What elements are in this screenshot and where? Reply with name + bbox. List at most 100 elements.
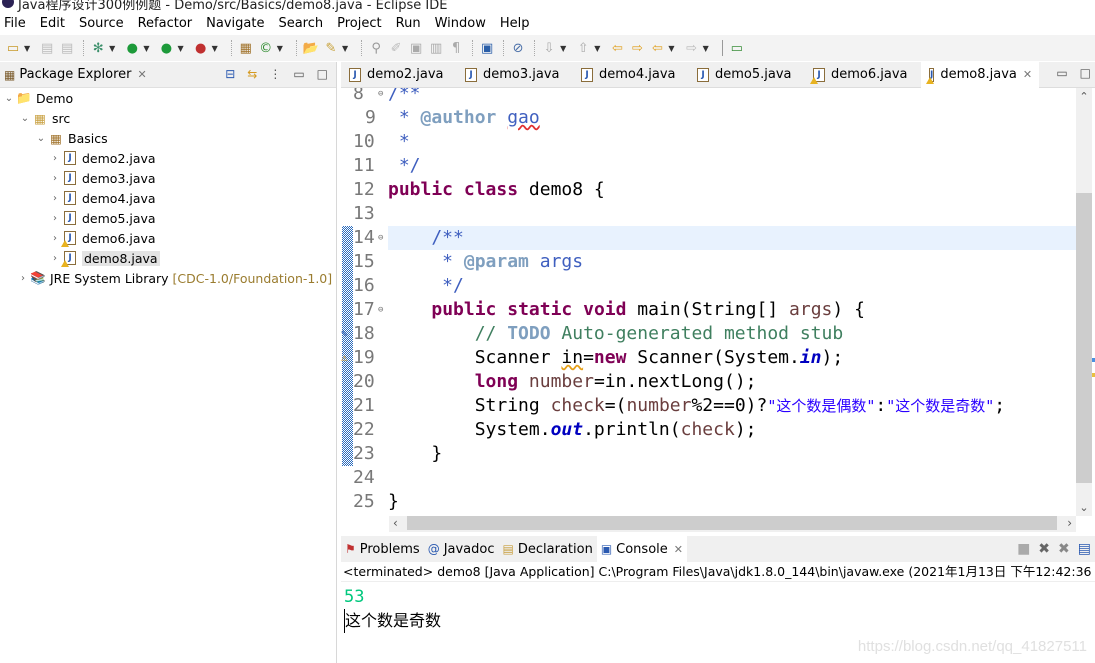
external-tools-dropdown[interactable]: ▼ — [212, 44, 218, 53]
open-perspective-icon[interactable]: ▭ — [728, 39, 746, 57]
run-dropdown[interactable]: ▼ — [143, 44, 149, 53]
chevron-right-icon[interactable]: › — [48, 153, 62, 164]
view-menu-icon[interactable]: ⋮ — [269, 67, 281, 81]
remove-launch-icon[interactable]: ✖ — [1038, 541, 1050, 557]
scrollbar-thumb[interactable] — [407, 516, 1057, 530]
scroll-down-icon[interactable]: ⌄ — [1076, 501, 1092, 514]
warning-marker-icon[interactable]: ⚠ — [341, 346, 348, 370]
chevron-down-icon[interactable]: ⌄ — [34, 133, 48, 144]
chevron-right-icon[interactable]: › — [48, 253, 62, 264]
chevron-right-icon[interactable]: › — [48, 173, 62, 184]
menu-run[interactable]: Run — [396, 16, 421, 31]
terminate-icon[interactable]: ■ — [1017, 541, 1030, 557]
forward-icon[interactable]: ⇨ — [683, 39, 701, 57]
maximize-icon[interactable]: □ — [1080, 66, 1091, 80]
minimize-icon[interactable]: ▭ — [293, 67, 304, 81]
link-with-editor-icon[interactable]: ⇆ — [247, 67, 257, 81]
open-type-icon[interactable]: 📂 — [302, 39, 320, 57]
chevron-right-icon[interactable]: › — [48, 233, 62, 244]
menu-edit[interactable]: Edit — [40, 16, 65, 31]
previous-annotation-icon[interactable]: ⇧ — [574, 39, 592, 57]
vertical-scrollbar[interactable]: ⌃ ⌄ — [1076, 88, 1092, 516]
editor-tab[interactable]: Jdemo6.java — [805, 62, 921, 88]
tab-problems[interactable]: ⚑ Problems — [341, 536, 424, 562]
menu-help[interactable]: Help — [500, 16, 530, 31]
scroll-right-icon[interactable]: › — [1067, 516, 1072, 530]
run-coverage-icon[interactable]: ● — [157, 39, 175, 57]
new-java-package-icon[interactable]: ▦ — [237, 39, 255, 57]
menu-navigate[interactable]: Navigate — [206, 16, 264, 31]
menu-window[interactable]: Window — [435, 16, 486, 31]
new-dropdown[interactable]: ▼ — [24, 44, 30, 53]
console-options-icon[interactable]: ▤ — [1078, 541, 1091, 557]
tab-declaration[interactable]: ▤ Declaration — [499, 536, 597, 562]
coverage-dropdown[interactable]: ▼ — [177, 44, 183, 53]
maximize-icon[interactable]: □ — [317, 67, 328, 81]
menu-refactor[interactable]: Refactor — [138, 16, 193, 31]
run-icon[interactable]: ● — [123, 39, 141, 57]
editor-tab-active[interactable]: Jdemo8.java ✕ — [921, 61, 1039, 88]
previous-annotation-dropdown[interactable]: ▼ — [594, 44, 600, 53]
editor-tab[interactable]: Jdemo3.java — [457, 62, 573, 88]
scrollbar-thumb[interactable] — [1076, 193, 1092, 483]
fold-icon[interactable]: ⊖ — [378, 226, 383, 250]
close-icon[interactable]: ✕ — [138, 68, 147, 81]
code-editor[interactable]: 8 ⊖/** 9 * @author gao 10 * 11 */ 12 publi… — [341, 88, 1076, 516]
menu-file[interactable]: File — [4, 16, 26, 31]
tree-item-file[interactable]: › J demo3.java — [0, 168, 336, 188]
menu-search[interactable]: Search — [278, 16, 323, 31]
back-icon[interactable]: ⇦ — [648, 39, 666, 57]
console-view-icon[interactable]: ▣ — [478, 39, 496, 57]
tree-item-package[interactable]: ⌄ ▦ Basics — [0, 128, 336, 148]
toggle-word-wrap-icon[interactable]: ¶ — [447, 39, 465, 57]
tab-javadoc[interactable]: @ Javadoc — [424, 536, 499, 562]
horizontal-scrollbar[interactable]: ‹ › — [389, 516, 1076, 532]
menu-source[interactable]: Source — [79, 16, 124, 31]
editor-tab[interactable]: Jdemo2.java — [341, 62, 457, 88]
tab-console[interactable]: ▣ Console ✕ — [596, 536, 687, 562]
package-explorer-tab[interactable]: ▦ Package Explorer ✕ ⊟ ⇆ ⋮ ▭ □ — [0, 62, 336, 88]
scroll-up-icon[interactable]: ⌃ — [1076, 90, 1092, 103]
tree-item-file-selected[interactable]: › J demo8.java — [0, 248, 336, 268]
chevron-down-icon[interactable]: ⌄ — [18, 113, 32, 124]
task-marker-icon[interactable]: ✎ — [341, 322, 348, 346]
tree-item-project[interactable]: ⌄ 📁 Demo — [0, 88, 336, 108]
next-annotation-dropdown[interactable]: ▼ — [560, 44, 566, 53]
save-all-icon[interactable]: ▤ — [58, 39, 76, 57]
new-class-dropdown[interactable]: ▼ — [277, 44, 283, 53]
fold-icon[interactable]: ⊖ — [378, 88, 383, 106]
show-whitespace-icon[interactable]: ▣ — [407, 39, 425, 57]
close-icon[interactable]: ✕ — [674, 543, 683, 556]
collapse-all-icon[interactable]: ⊟ — [225, 67, 235, 81]
editor-tab[interactable]: Jdemo4.java — [573, 62, 689, 88]
tree-item-file[interactable]: › J demo6.java — [0, 228, 336, 248]
debug-icon[interactable]: ✻ — [89, 39, 107, 57]
new-wizard-icon[interactable]: ▭ — [4, 39, 22, 57]
search-dropdown[interactable]: ▼ — [342, 44, 348, 53]
fold-icon[interactable]: ⊖ — [378, 298, 383, 322]
last-edit-location-icon[interactable]: ⇦ — [608, 39, 626, 57]
chevron-down-icon[interactable]: ⌄ — [2, 93, 16, 104]
back-dropdown[interactable]: ▼ — [668, 44, 674, 53]
new-java-class-icon[interactable]: © — [257, 39, 275, 57]
next-edit-location-icon[interactable]: ⇨ — [628, 39, 646, 57]
minimize-icon[interactable]: ▭ — [1056, 66, 1067, 80]
next-annotation-icon[interactable]: ⇩ — [540, 39, 558, 57]
remove-all-terminated-icon[interactable]: ✖ — [1058, 541, 1070, 557]
tree-item-library[interactable]: › 📚 JRE System Library [CDC-1.0/Foundati… — [0, 268, 336, 288]
chevron-right-icon[interactable]: › — [16, 273, 30, 284]
remove-occurrence-annotations-icon[interactable]: ⊘ — [509, 39, 527, 57]
editor-tab[interactable]: Jdemo5.java — [689, 62, 805, 88]
external-tools-icon[interactable]: ● — [192, 39, 210, 57]
chevron-right-icon[interactable]: › — [48, 213, 62, 224]
scroll-left-icon[interactable]: ‹ — [393, 516, 398, 530]
chevron-right-icon[interactable]: › — [48, 193, 62, 204]
search-icon[interactable]: ✎ — [322, 39, 340, 57]
tree-item-file[interactable]: › J demo2.java — [0, 148, 336, 168]
menu-project[interactable]: Project — [337, 16, 381, 31]
forward-dropdown[interactable]: ▼ — [703, 44, 709, 53]
tree-item-file[interactable]: › J demo4.java — [0, 188, 336, 208]
debug-dropdown[interactable]: ▼ — [109, 44, 115, 53]
toggle-breadcrumb-icon[interactable]: ⚲ — [367, 39, 385, 57]
tree-item-file[interactable]: › J demo5.java — [0, 208, 336, 228]
